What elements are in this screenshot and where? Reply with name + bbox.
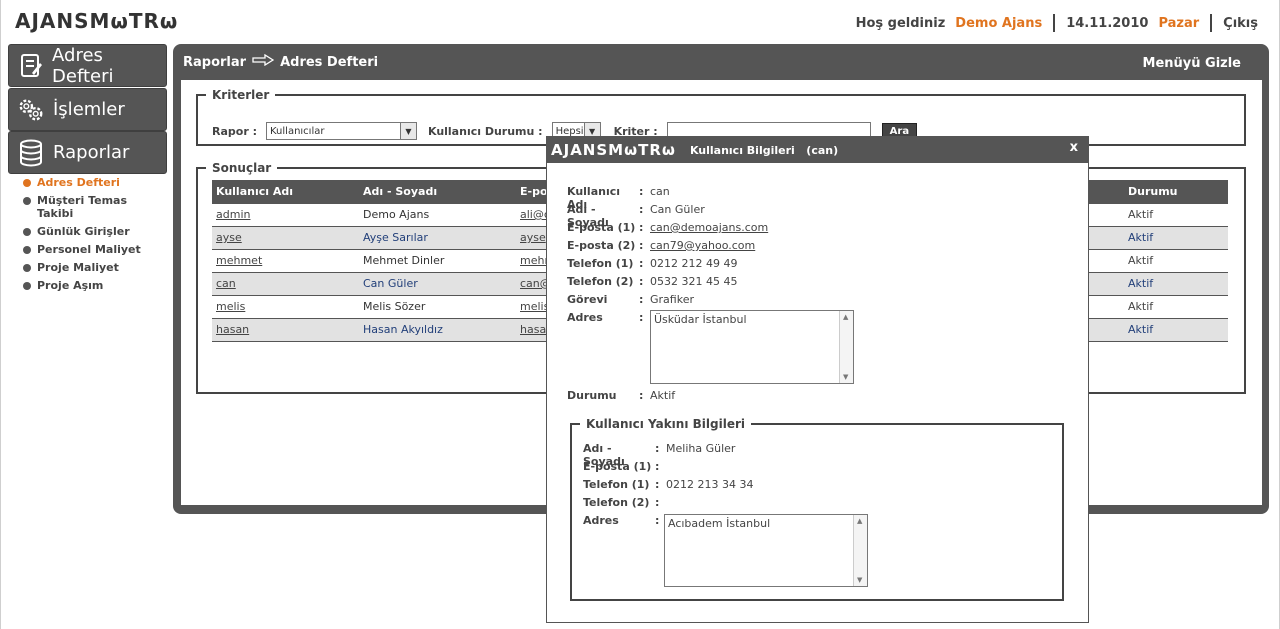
- database-icon: [17, 139, 45, 167]
- username-link[interactable]: admin: [212, 202, 359, 227]
- report-submenu: Adres Defteri Müşteri Temas Takibi Günlü…: [23, 176, 163, 297]
- scrollbar[interactable]: ▲ ▼: [839, 311, 853, 383]
- status-cell: Aktif: [1124, 248, 1228, 273]
- nav-button-label: İşlemler: [53, 99, 125, 120]
- gears-icon: [17, 96, 45, 124]
- bullet-icon: [23, 179, 31, 187]
- status-cell: Aktif: [1124, 202, 1228, 227]
- fullname-cell: Demo Ajans: [359, 202, 516, 227]
- username-link[interactable]: mehmet: [212, 248, 359, 273]
- status-cell: Aktif: [1124, 294, 1228, 319]
- scroll-up-icon[interactable]: ▲: [843, 313, 848, 321]
- top-bar: Hoş geldiniz Demo Ajans 14.11.2010 Pazar…: [856, 14, 1258, 32]
- app-logo[interactable]: AJANSMωTRω: [15, 9, 178, 33]
- username-link[interactable]: hasan: [212, 317, 359, 342]
- fullname-cell: Hasan Akyıldız: [359, 317, 516, 342]
- email-link[interactable]: can79@yahoo.com: [650, 239, 755, 252]
- bullet-icon: [23, 264, 31, 272]
- relative-row-address: Adres:: [583, 514, 660, 527]
- nav-button-raporlar[interactable]: Raporlar: [8, 131, 167, 174]
- current-date: 14.11.2010: [1066, 15, 1149, 31]
- username-link[interactable]: can: [212, 271, 359, 296]
- fullname-cell: Mehmet Dinler: [359, 248, 516, 273]
- status-cell: Aktif: [1124, 271, 1228, 296]
- bullet-icon: [23, 228, 31, 236]
- submenu-item-gunluk-girisler[interactable]: Günlük Girişler: [23, 225, 163, 238]
- bullet-icon: [23, 197, 31, 205]
- nav-button-islemler[interactable]: İşlemler: [8, 88, 167, 131]
- dialog-header[interactable]: AJANSMωTRω Kullanıcı Bilgileri (can) x: [547, 137, 1088, 163]
- arrow-right-icon: [252, 53, 275, 70]
- scroll-down-icon[interactable]: ▼: [857, 576, 862, 584]
- user-name[interactable]: Demo Ajans: [955, 16, 1042, 31]
- username-link[interactable]: ayse: [212, 225, 359, 250]
- detail-row-role: Görevi: Grafiker: [567, 293, 694, 306]
- page: AJANSMωTRω Hoş geldiniz Demo Ajans 14.11…: [0, 0, 1280, 629]
- detail-row-phone1: Telefon (1):0212 212 49 49: [567, 257, 738, 270]
- relative-info-legend: Kullanıcı Yakını Bilgileri: [586, 417, 745, 431]
- submenu-item-proje-maliyet[interactable]: Proje Maliyet: [23, 261, 163, 274]
- relative-row-email1: E-posta (1):: [583, 460, 660, 473]
- column-header[interactable]: Durumu: [1124, 180, 1228, 203]
- relative-row-phone1: Telefon (1):0212 213 34 34: [583, 478, 754, 491]
- welcome-text: Hoş geldiniz: [855, 15, 946, 31]
- detail-row-phone2: Telefon (2):0532 321 45 45: [567, 275, 738, 288]
- submenu-item-personel-maliyet[interactable]: Personel Maliyet: [23, 243, 163, 256]
- fullname-cell: Can Güler: [359, 271, 516, 296]
- logout-link[interactable]: Çıkış: [1223, 16, 1258, 31]
- dialog-title: Kullanıcı Bilgileri (can): [689, 143, 839, 157]
- criteria-legend: Kriterler: [212, 88, 270, 102]
- breadcrumb: Raporlar Adres Defteri: [183, 53, 379, 70]
- current-day: Pazar: [1158, 15, 1200, 31]
- fullname-cell: Ayşe Sarılar: [359, 225, 516, 250]
- column-header[interactable]: Kullanıcı Adı: [212, 180, 359, 203]
- durum-select-value: Hepsi: [555, 125, 584, 137]
- detail-row-email1: E-posta (1): can@demoajans.com: [567, 221, 769, 234]
- nav-button-adres-defteri[interactable]: Adres Defteri: [8, 44, 167, 87]
- scroll-down-icon[interactable]: ▼: [843, 373, 848, 381]
- scroll-up-icon[interactable]: ▲: [857, 517, 862, 525]
- relative-row-phone2: Telefon (2):: [583, 496, 660, 509]
- close-button[interactable]: x: [1070, 140, 1078, 155]
- detail-row-address: Adres:: [567, 311, 644, 324]
- scrollbar[interactable]: ▲ ▼: [853, 515, 867, 586]
- breadcrumb-root[interactable]: Raporlar: [183, 55, 246, 70]
- status-cell: Aktif: [1124, 317, 1228, 342]
- submenu-item-adres-defteri[interactable]: Adres Defteri: [23, 176, 163, 189]
- user-details-dialog: AJANSMωTRω Kullanıcı Bilgileri (can) x K…: [546, 136, 1089, 623]
- divider: [1210, 14, 1213, 32]
- rapor-select-value: Kullanıcılar: [269, 125, 325, 137]
- durum-label: Kullanıcı Durumu :: [427, 124, 543, 138]
- status-cell: Aktif: [1124, 225, 1228, 250]
- email-link[interactable]: can@demoajans.com: [650, 221, 768, 234]
- dialog-logo: AJANSMωTRω: [551, 141, 676, 159]
- notebook-icon: [17, 52, 44, 80]
- nav-button-label: Adres Defteri: [52, 44, 114, 87]
- submenu-item-proje-asim[interactable]: Proje Aşım: [23, 279, 163, 292]
- results-legend: Sonuçlar: [212, 161, 272, 175]
- detail-row-status: Durumu: Aktif: [567, 389, 676, 402]
- bullet-icon: [23, 282, 31, 290]
- hide-menu-link[interactable]: Menüyü Gizle: [1143, 56, 1241, 71]
- relative-address-textarea[interactable]: Acıbadem İstanbul ▲ ▼: [664, 514, 868, 587]
- rapor-select[interactable]: Kullanıcılar ▼: [265, 122, 417, 140]
- nav-button-label: Raporlar: [53, 142, 130, 163]
- column-header[interactable]: Adı - Soyadı: [359, 180, 516, 203]
- chevron-down-icon[interactable]: ▼: [399, 123, 416, 139]
- username-link[interactable]: melis: [212, 294, 359, 319]
- breadcrumb-current: Adres Defteri: [280, 54, 379, 70]
- fullname-cell: Melis Sözer: [359, 294, 516, 319]
- detail-row-email2: E-posta (2): can79@yahoo.com: [567, 239, 756, 252]
- submenu-item-musteri-temas[interactable]: Müşteri Temas Takibi: [23, 194, 163, 220]
- bullet-icon: [23, 246, 31, 254]
- rapor-label: Rapor :: [212, 124, 257, 138]
- divider: [1053, 14, 1056, 32]
- address-textarea[interactable]: Üsküdar İstanbul ▲ ▼: [650, 310, 854, 384]
